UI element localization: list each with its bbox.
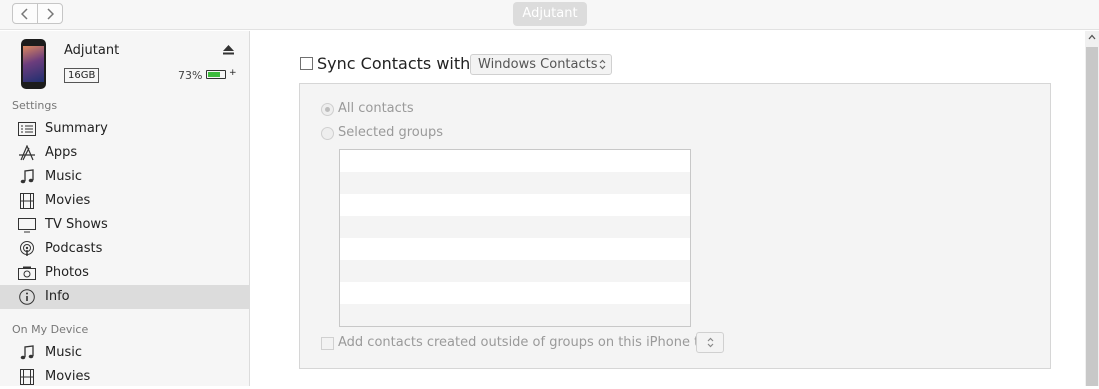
podcasts-icon [20, 241, 34, 256]
sidebar-item-label: TV Shows [45, 217, 108, 232]
sidebar-item-label: Music [45, 169, 82, 184]
list-item [340, 216, 690, 238]
all-contacts-label: All contacts [338, 101, 414, 116]
sidebar-item-info[interactable]: Info [0, 285, 249, 309]
chevron-up-down-icon [599, 59, 606, 70]
music-icon [20, 169, 34, 184]
sidebar-item-label: Movies [45, 369, 91, 384]
sidebar-item-label: Summary [45, 121, 108, 136]
add-outside-checkbox[interactable] [321, 337, 334, 350]
back-button[interactable] [12, 3, 38, 24]
groups-list[interactable] [339, 149, 691, 327]
battery-percent: 73% [178, 69, 203, 82]
list-item [340, 238, 690, 260]
music-icon [20, 345, 34, 360]
device-name: Adjutant [64, 43, 120, 58]
list-item [340, 282, 690, 304]
apps-icon [19, 145, 35, 161]
device-image [21, 39, 46, 89]
list-item [340, 150, 690, 172]
sidebar-item-label: Podcasts [45, 241, 103, 256]
sidebar-item-label: Info [45, 289, 70, 304]
sidebar-item-photos[interactable]: Photos [0, 261, 249, 285]
chevron-right-icon [47, 8, 54, 20]
toolbar: Adjutant [0, 0, 1099, 30]
sync-contacts-checkbox[interactable] [300, 57, 313, 70]
sidebar-item-label: Apps [45, 145, 78, 160]
movies-icon [20, 193, 34, 209]
chevron-left-icon [21, 8, 28, 20]
contacts-options-group: All contacts Selected groups Add contact… [299, 83, 1051, 369]
eject-icon[interactable] [223, 45, 234, 55]
settings-header: Settings [12, 99, 58, 112]
camera-icon [18, 266, 36, 280]
sidebar-item-music[interactable]: Music [0, 165, 249, 189]
vertical-scrollbar[interactable] [1085, 31, 1099, 386]
chevron-up-down-icon [707, 337, 714, 348]
on-my-device-header: On My Device [12, 323, 89, 336]
summary-icon [18, 122, 36, 136]
add-outside-group-select[interactable] [696, 332, 724, 353]
contacts-source-value: Windows Contacts [478, 57, 598, 72]
charging-icon: + [229, 68, 237, 78]
capacity-badge: 16GB [64, 68, 100, 83]
forward-button[interactable] [37, 3, 63, 24]
sidebar-item-podcasts[interactable]: Podcasts [0, 237, 249, 261]
sidebar-item-label: Music [45, 345, 82, 360]
sidebar-item-label: Movies [45, 193, 91, 208]
list-item [340, 172, 690, 194]
device-item-music[interactable]: Music [0, 341, 249, 365]
add-outside-label: Add contacts created outside of groups o… [338, 335, 712, 350]
sidebar-item-summary[interactable]: Summary [0, 117, 249, 141]
device-button[interactable]: Adjutant [513, 2, 587, 26]
scrollbar-thumb[interactable] [1086, 47, 1098, 386]
battery-icon [206, 70, 226, 79]
sync-contacts-label: Sync Contacts with [317, 54, 471, 73]
list-item [340, 194, 690, 216]
sidebar-item-movies[interactable]: Movies [0, 189, 249, 213]
sidebar-item-label: Photos [45, 265, 89, 280]
tv-icon [18, 218, 36, 233]
sidebar-item-tv-shows[interactable]: TV Shows [0, 213, 249, 237]
sidebar-item-apps[interactable]: Apps [0, 141, 249, 165]
info-pane: Sync Contacts with Windows Contacts All … [251, 31, 1085, 386]
selected-groups-radio[interactable] [321, 127, 334, 140]
movies-icon [20, 369, 34, 385]
selected-groups-label: Selected groups [338, 125, 444, 140]
list-item [340, 304, 690, 326]
contacts-source-select[interactable]: Windows Contacts [470, 54, 612, 75]
device-item-movies[interactable]: Movies [0, 365, 249, 389]
sidebar: Adjutant 16GB 73% + Settings Summary App… [0, 31, 250, 386]
info-icon [19, 289, 35, 305]
list-item [340, 260, 690, 282]
all-contacts-radio[interactable] [321, 103, 334, 116]
scroll-up-icon[interactable] [1088, 34, 1096, 40]
